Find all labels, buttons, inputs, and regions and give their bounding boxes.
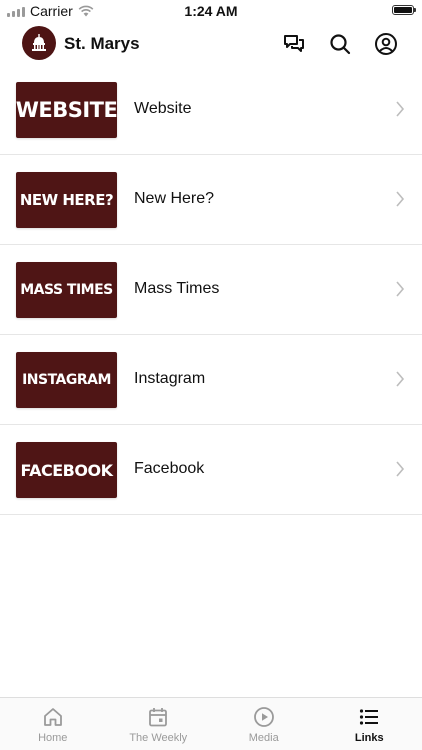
- dome-icon: [32, 34, 46, 51]
- link-row-mass-times[interactable]: MASS TIMES Mass Times: [0, 245, 422, 335]
- app-screen: Carrier 1:24 AM St. Marys WEBSITE Websit…: [0, 0, 422, 750]
- chevron-right-icon: [396, 281, 405, 297]
- search-icon[interactable]: [328, 32, 352, 56]
- tab-bar: Home The Weekly Media Links: [0, 697, 422, 750]
- link-tile: WEBSITE: [16, 82, 118, 138]
- play-icon: [253, 707, 274, 727]
- list-icon: [360, 709, 379, 725]
- link-label: Mass Times: [134, 280, 220, 297]
- header-actions: [282, 32, 398, 56]
- tab-media[interactable]: Media: [211, 698, 317, 750]
- calendar-icon: [149, 708, 168, 727]
- chevron-right-icon: [396, 461, 405, 477]
- link-label: Facebook: [134, 460, 205, 477]
- link-row-instagram[interactable]: INSTAGRAM Instagram: [0, 335, 422, 425]
- link-label: New Here?: [134, 190, 215, 207]
- link-label: Website: [134, 100, 192, 117]
- church-logo: [22, 26, 56, 60]
- battery-icon: [392, 5, 416, 15]
- app-title: St. Marys: [64, 34, 140, 53]
- tab-home[interactable]: Home: [0, 698, 106, 750]
- account-icon[interactable]: [374, 32, 398, 56]
- link-tile: INSTAGRAM: [16, 352, 117, 408]
- link-tile: FACEBOOK: [16, 442, 117, 498]
- link-label: Instagram: [134, 370, 206, 387]
- tab-label: Links: [354, 732, 384, 744]
- link-row-facebook[interactable]: FACEBOOK Facebook: [0, 425, 422, 515]
- chevron-right-icon: [396, 371, 405, 387]
- chat-icon[interactable]: [282, 32, 306, 56]
- status-time: 1:24 AM: [184, 3, 238, 19]
- link-row-new-here[interactable]: NEW HERE? New Here?: [0, 155, 422, 245]
- chevron-right-icon: [396, 101, 405, 117]
- links-list: WEBSITE Website NEW HERE? New Here? MASS…: [0, 65, 422, 515]
- chevron-right-icon: [396, 191, 405, 207]
- tab-label: Media: [248, 732, 279, 744]
- link-tile: NEW HERE?: [16, 172, 117, 228]
- status-bar: Carrier 1:24 AM: [0, 0, 422, 22]
- app-header: St. Marys: [0, 24, 422, 64]
- link-tile: MASS TIMES: [16, 262, 117, 318]
- tab-label: The Weekly: [129, 732, 188, 744]
- tab-label: Home: [38, 732, 68, 744]
- tab-links[interactable]: Links: [317, 698, 422, 750]
- link-row-website[interactable]: WEBSITE Website: [0, 65, 422, 155]
- home-icon: [43, 708, 62, 726]
- tab-the-weekly[interactable]: The Weekly: [106, 698, 212, 750]
